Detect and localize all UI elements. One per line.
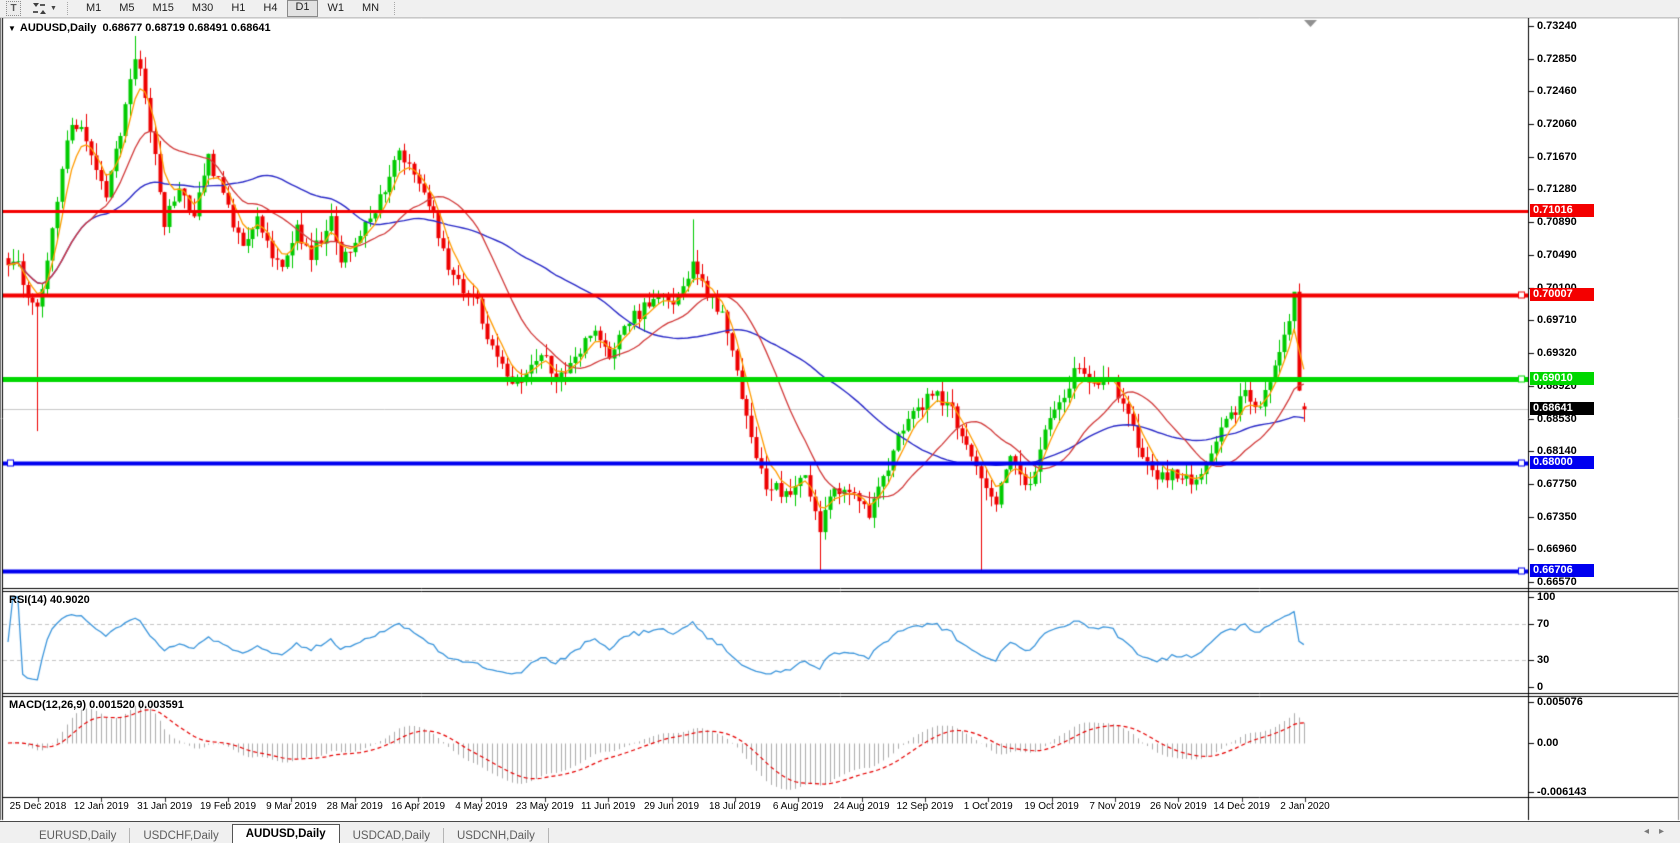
tab-navigation: ◂▸ [1644,826,1674,837]
timeframe-button-w1[interactable]: W1 [320,1,353,16]
timeframe-button-mn[interactable]: MN [354,1,387,16]
timeframe-button-h1[interactable]: H1 [223,1,253,16]
arrows-icon [31,2,47,15]
timeframe-group: M1 M5 M15 M30 H1 H4 D1 W1 MN [77,0,388,17]
timeframe-button-m15[interactable]: M15 [145,1,182,16]
tab-nav-right[interactable]: ▸ [1659,826,1674,837]
chart-toolbar: T ▼ M1 M5 M15 M30 H1 H4 D1 W1 MN [0,0,1680,18]
tab-usdchf[interactable]: USDCHF,Daily [130,828,231,843]
tab-audusd[interactable]: AUDUSD,Daily [231,824,340,843]
text-tool-icon: T [6,1,21,16]
chart-canvas[interactable] [0,0,1680,843]
timeframe-button-m5[interactable]: M5 [111,1,142,16]
timeframe-button-d1[interactable]: D1 [287,0,318,17]
tab-usdcad[interactable]: USDCAD,Daily [340,828,444,843]
timeframe-button-m30[interactable]: M30 [184,1,221,16]
toolbar-separator [66,2,74,15]
timeframe-button-m1[interactable]: M1 [78,1,109,16]
mt4-chart-window: T ▼ M1 M5 M15 M30 H1 H4 D1 W1 MN ▼ AUDUSD,Daily 0… [0,0,1680,843]
chart-tab-bar: EURUSD,Daily USDCHF,Daily AUDUSD,Daily USDC… [0,821,1680,843]
timeframe-button-h4[interactable]: H4 [255,1,285,16]
text-tool-button[interactable]: T [2,1,25,16]
tab-eurusd[interactable]: EURUSD,Daily [26,828,131,843]
dropdown-caret-icon: ▼ [50,5,57,12]
cursor-arrows-button[interactable]: ▼ [27,1,61,16]
tab-nav-left[interactable]: ◂ [1644,826,1659,837]
toolbar-separator [394,2,401,15]
tab-usdcnh[interactable]: USDCNH,Daily [444,828,549,843]
